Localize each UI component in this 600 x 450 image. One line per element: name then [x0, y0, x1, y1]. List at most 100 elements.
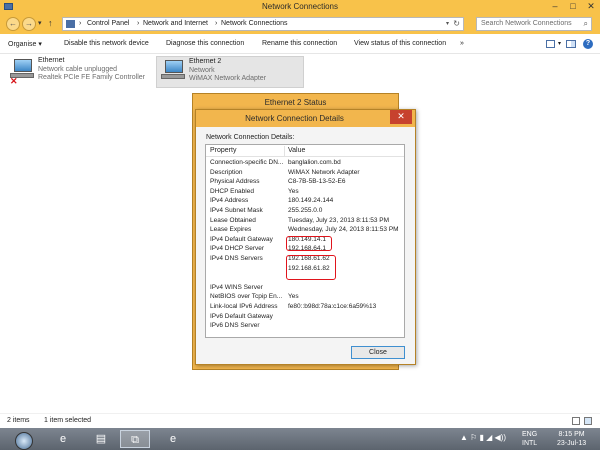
- adapter-ethernet[interactable]: ✕ Ethernet Network cable unplugged Realt…: [6, 56, 154, 88]
- maximize-button[interactable]: □: [564, 0, 582, 14]
- breadcrumb-control-panel[interactable]: Control Panel: [87, 20, 129, 27]
- breadcrumb-separator[interactable]: ›: [137, 20, 139, 27]
- network-adapter-icon: [161, 60, 185, 82]
- language-code: ENG: [522, 431, 538, 438]
- close-icon[interactable]: ✕: [390, 110, 412, 124]
- start-button[interactable]: [6, 430, 38, 450]
- breadcrumb-separator[interactable]: ›: [79, 20, 81, 27]
- table-row[interactable]: Physical Address C8-7B-5B-13-52-E6: [206, 178, 404, 188]
- details-dialog-title: Network Connection Details: [245, 114, 344, 123]
- breadcrumb-network-connections[interactable]: Network Connections: [221, 20, 288, 27]
- disable-device-button[interactable]: Disable this network device: [64, 40, 149, 47]
- refresh-icon[interactable]: ↻: [453, 19, 460, 28]
- property-cell: IPv4 WINS Server: [210, 283, 263, 291]
- back-button[interactable]: ←: [6, 17, 20, 31]
- value-cell: WiMAX Network Adapter: [288, 168, 360, 176]
- property-cell: NetBIOS over Tcpip En...: [210, 293, 283, 301]
- input-language-indicator[interactable]: ENG INTL: [522, 430, 537, 448]
- dns-highlight-annotation: [286, 255, 336, 280]
- diagnose-button[interactable]: Diagnose this connection: [166, 40, 244, 47]
- command-bar: Organise ▾ Disable this network device D…: [0, 34, 600, 54]
- adapter-name: Ethernet: [38, 57, 65, 64]
- table-row[interactable]: Description WiMAX Network Adapter: [206, 169, 404, 179]
- large-icons-view-icon[interactable]: [584, 417, 592, 425]
- view-options-icon[interactable]: [546, 40, 555, 48]
- clock-date: 23-Jul-13: [557, 440, 587, 447]
- property-cell: Connection-specific DN...: [210, 159, 284, 166]
- network-adapter-icon: ✕: [10, 59, 34, 86]
- status-dialog-title[interactable]: Ethernet 2 Status: [193, 98, 398, 107]
- value-cell: Wednesday, July 24, 2013 8:11:53 PM: [288, 226, 399, 234]
- keyboard-layout: INTL: [522, 440, 538, 447]
- property-cell: Physical Address: [210, 178, 260, 186]
- value-cell: C8-7B-5B-13-52-E6: [288, 178, 346, 186]
- internet-explorer-icon[interactable]: e: [48, 430, 78, 448]
- details-view-icon[interactable]: [572, 417, 580, 425]
- address-row: ← → ▾ ↑ › Control Panel › Network and In…: [0, 14, 600, 34]
- table-row[interactable]: IPv4 WINS Server: [206, 284, 404, 294]
- address-bar[interactable]: › Control Panel › Network and Internet ›…: [62, 17, 464, 31]
- organise-menu[interactable]: Organise ▾: [8, 40, 42, 48]
- item-count: 2 items: [7, 417, 30, 424]
- adapter-status: Network cable unplugged: [38, 65, 117, 73]
- rename-button[interactable]: Rename this connection: [262, 40, 337, 47]
- selection-count: 1 item selected: [44, 417, 92, 424]
- value-cell: Yes: [288, 293, 299, 301]
- system-tray-icons[interactable]: ▲ ⚐ ▮ ◢ ◀)): [460, 433, 506, 442]
- value-cell: 180.149.24.144: [288, 197, 334, 205]
- disconnected-icon: ✕: [10, 76, 18, 86]
- column-divider[interactable]: [284, 146, 285, 156]
- breadcrumb-network-and-internet[interactable]: Network and Internet: [143, 20, 208, 27]
- internet-explorer-icon[interactable]: e: [158, 430, 188, 448]
- property-cell: IPv6 Default Gateway: [210, 312, 273, 320]
- chevron-down-icon[interactable]: ▾: [558, 40, 561, 47]
- recent-locations-button[interactable]: ▾: [38, 19, 42, 27]
- breadcrumb-separator[interactable]: ›: [215, 20, 217, 27]
- column-header-value[interactable]: Value: [288, 147, 305, 154]
- clock[interactable]: 8:15 PM 23-Jul-13: [557, 430, 586, 448]
- adapter-device: WiMAX Network Adapter: [189, 75, 267, 82]
- table-row[interactable]: Connection-specific DN... banglalion.com.…: [206, 159, 404, 169]
- details-dialog-titlebar[interactable]: Network Connection Details ✕: [196, 110, 415, 127]
- table-row[interactable]: DHCP Enabled Yes: [206, 188, 404, 198]
- table-row[interactable]: NetBIOS over Tcpip En... Yes: [206, 293, 404, 303]
- view-status-button[interactable]: View status of this connection: [354, 40, 446, 47]
- clock-time: 8:15 PM: [558, 431, 585, 438]
- adapter-device: Realtek PCIe FE Family Controller: [38, 74, 145, 81]
- file-explorer-icon[interactable]: ▤: [86, 430, 116, 448]
- preview-pane-icon[interactable]: [566, 40, 576, 48]
- column-header-property[interactable]: Property: [210, 147, 236, 154]
- property-cell: IPv4 DNS Servers: [210, 255, 263, 262]
- search-input[interactable]: Search Network Connections ⌕: [476, 17, 592, 31]
- table-row[interactable]: Lease Obtained Tuesday, July 23, 2013 8:1…: [206, 217, 404, 227]
- minimize-button[interactable]: –: [546, 0, 564, 14]
- table-row[interactable]: IPv4 Address 180.149.24.144: [206, 197, 404, 207]
- value-cell: banglalion.com.bd: [288, 159, 341, 166]
- table-row[interactable]: IPv6 Default Gateway: [206, 313, 404, 323]
- close-window-button[interactable]: ✕: [582, 0, 600, 14]
- help-icon[interactable]: ?: [583, 39, 593, 49]
- table-row[interactable]: IPv6 DNS Server: [206, 322, 404, 332]
- up-button[interactable]: ↑: [48, 18, 53, 28]
- status-bar: 2 items 1 item selected: [0, 413, 600, 428]
- search-placeholder: Search Network Connections: [481, 20, 572, 27]
- property-cell: IPv4 DHCP Server: [210, 245, 265, 253]
- value-cell: 255.255.0.0: [288, 207, 323, 214]
- search-icon[interactable]: ⌕: [584, 19, 588, 29]
- property-cell: IPv6 DNS Server: [210, 322, 260, 330]
- table-row[interactable]: Link-local IPv6 Address fe80::b98d:78a:c1…: [206, 303, 404, 313]
- property-cell: Link-local IPv6 Address: [210, 303, 278, 310]
- network-connection-details-dialog: Network Connection Details ✕ Network Con…: [195, 109, 416, 365]
- chevron-down-icon[interactable]: ▾: [446, 20, 449, 27]
- table-row[interactable]: IPv4 Subnet Mask 255.255.0.0: [206, 207, 404, 217]
- adapter-status: Network: [189, 66, 215, 74]
- control-panel-icon: [66, 20, 75, 28]
- table-row[interactable]: Lease Expires Wednesday, July 24, 2013 8:…: [206, 226, 404, 236]
- adapter-ethernet-2[interactable]: Ethernet 2 Network WiMAX Network Adapter: [156, 56, 304, 88]
- network-connections-taskbar-icon[interactable]: ⧉: [120, 430, 150, 448]
- close-button[interactable]: Close: [351, 346, 405, 359]
- more-commands-button[interactable]: »: [460, 40, 464, 47]
- property-cell: DHCP Enabled: [210, 187, 254, 195]
- title-bar[interactable]: Network Connections – □ ✕: [0, 0, 600, 14]
- forward-button[interactable]: →: [22, 17, 36, 31]
